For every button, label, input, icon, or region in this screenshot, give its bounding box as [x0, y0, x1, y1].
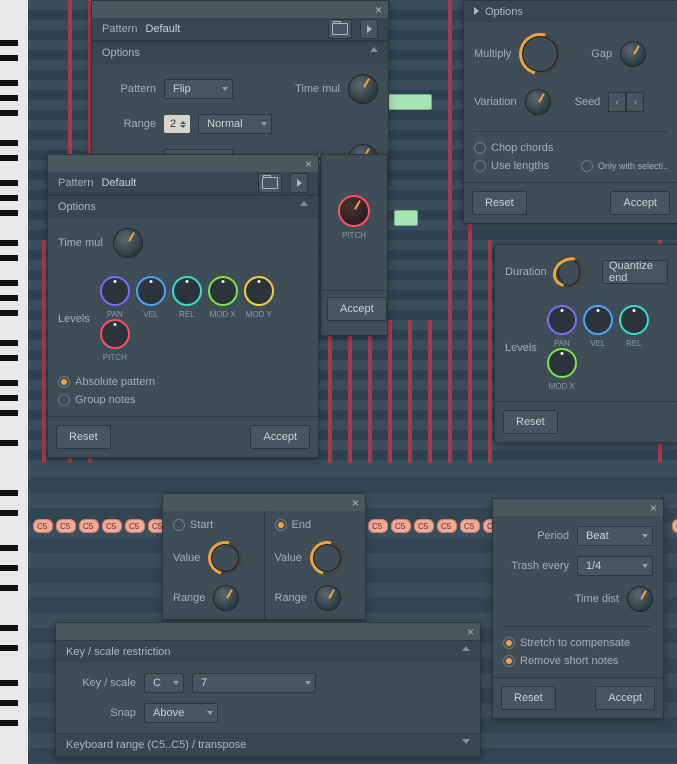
duration-knob[interactable]	[555, 255, 583, 289]
end-radio[interactable]	[275, 519, 287, 531]
multiply-knob[interactable]	[519, 33, 561, 75]
play-button[interactable]	[360, 19, 378, 39]
options-header[interactable]: Options	[92, 41, 388, 64]
close-icon[interactable]: ×	[375, 3, 382, 17]
pitch-knob[interactable]	[338, 195, 370, 227]
time-mul-knob[interactable]	[113, 228, 143, 258]
absolute-pattern-radio[interactable]	[58, 376, 70, 388]
level-knob-pan[interactable]	[547, 305, 577, 335]
options-header[interactable]: Options	[48, 195, 318, 218]
midi-note[interactable]: C5	[33, 519, 53, 533]
reset-button[interactable]: Reset	[56, 425, 111, 449]
options-header[interactable]: Options	[464, 1, 677, 23]
variation-knob[interactable]	[525, 89, 551, 115]
close-icon[interactable]: ×	[305, 157, 312, 171]
pitch-panel: PITCH Accept	[320, 154, 388, 336]
pattern-mode-dropdown[interactable]: Flip	[164, 79, 233, 99]
period-dropdown[interactable]: Beat	[577, 526, 653, 546]
midi-note[interactable]: C5	[125, 519, 145, 533]
duration-levels-panel: Duration Quantize end Levels PANVELRELMO…	[494, 244, 677, 443]
start-range-knob[interactable]	[213, 585, 239, 611]
end-value-knob[interactable]	[310, 541, 344, 575]
level-knob-modx[interactable]	[208, 276, 238, 306]
midi-note[interactable]: C5	[460, 519, 480, 533]
end-range-knob[interactable]	[315, 585, 341, 611]
accept-button[interactable]: Accept	[250, 425, 310, 449]
key-scale-panel: × Key / scale restriction Key / scale C …	[55, 622, 481, 757]
midi-note[interactable]	[388, 94, 432, 110]
midi-note[interactable]: C5	[102, 519, 122, 533]
level-knob-vel[interactable]	[136, 276, 166, 306]
chop-panel: × Period Beat Trash every 1/4 Time dist …	[492, 498, 664, 719]
range-mode-dropdown[interactable]: Normal	[198, 114, 272, 134]
reset-button[interactable]: Reset	[503, 410, 558, 434]
midi-note[interactable]: C5	[56, 519, 76, 533]
level-knob-pitch[interactable]	[100, 319, 130, 349]
level-knob-modx[interactable]	[547, 348, 577, 378]
trash-every-dropdown[interactable]: 1/4	[577, 556, 653, 576]
use-lengths-radio[interactable]	[474, 160, 486, 172]
midi-note[interactable]: C5	[437, 519, 457, 533]
snap-dropdown[interactable]: Above	[144, 703, 218, 723]
time-dist-knob[interactable]	[627, 586, 653, 612]
accept-button[interactable]: Accept	[327, 297, 387, 321]
level-knob-vel[interactable]	[583, 305, 613, 335]
key-scale-header[interactable]: Key / scale restriction	[56, 640, 480, 663]
open-folder-button[interactable]	[328, 19, 352, 39]
only-selection-radio[interactable]	[581, 160, 593, 172]
seed-stepper[interactable]: ‹›	[608, 92, 644, 112]
midi-note[interactable]: C5	[79, 519, 99, 533]
strum-options-panel: Options Multiply Gap Variation Seed ‹› C…	[463, 0, 677, 224]
start-radio[interactable]	[173, 519, 185, 531]
midi-note[interactable]: C5	[368, 519, 388, 533]
play-button[interactable]	[290, 173, 308, 193]
level-knob-pan[interactable]	[100, 276, 130, 306]
midi-note[interactable]	[394, 210, 418, 226]
close-icon[interactable]: ×	[650, 501, 657, 515]
pattern-label: Pattern	[102, 18, 137, 40]
time-mul-knob[interactable]	[348, 74, 378, 104]
remove-short-radio[interactable]	[503, 655, 515, 667]
midi-note[interactable]: C5	[672, 519, 677, 533]
randomize-panel: × Pattern Default Options Time mul Level…	[47, 154, 319, 458]
open-folder-button[interactable]	[258, 173, 282, 193]
stretch-radio[interactable]	[503, 637, 515, 649]
gap-knob[interactable]	[620, 41, 646, 67]
close-icon[interactable]: ×	[352, 496, 359, 510]
accept-button[interactable]: Accept	[610, 191, 670, 215]
accept-button[interactable]: Accept	[595, 686, 655, 710]
start-value-knob[interactable]	[208, 541, 242, 575]
quantize-end-button[interactable]: Quantize end	[602, 260, 668, 284]
group-notes-radio[interactable]	[58, 394, 70, 406]
level-knob-mody[interactable]	[244, 276, 274, 306]
level-knob-rel[interactable]	[172, 276, 202, 306]
level-knob-rel[interactable]	[619, 305, 649, 335]
start-end-panel: × Start Value Range End Value Range	[162, 493, 366, 620]
scale-dropdown[interactable]: 7	[192, 673, 316, 693]
chop-chords-radio[interactable]	[474, 142, 486, 154]
midi-note[interactable]: C5	[391, 519, 411, 533]
midi-note[interactable]: C5	[414, 519, 434, 533]
pattern-name: Default	[145, 18, 180, 40]
keyboard-range-header[interactable]: Keyboard range (C5..C5) / transpose	[56, 733, 480, 756]
close-icon[interactable]: ×	[467, 625, 474, 639]
reset-button[interactable]: Reset	[501, 686, 556, 710]
key-dropdown[interactable]: C	[144, 673, 184, 693]
reset-button[interactable]: Reset	[472, 191, 527, 215]
range-stepper[interactable]: 2	[164, 115, 190, 133]
